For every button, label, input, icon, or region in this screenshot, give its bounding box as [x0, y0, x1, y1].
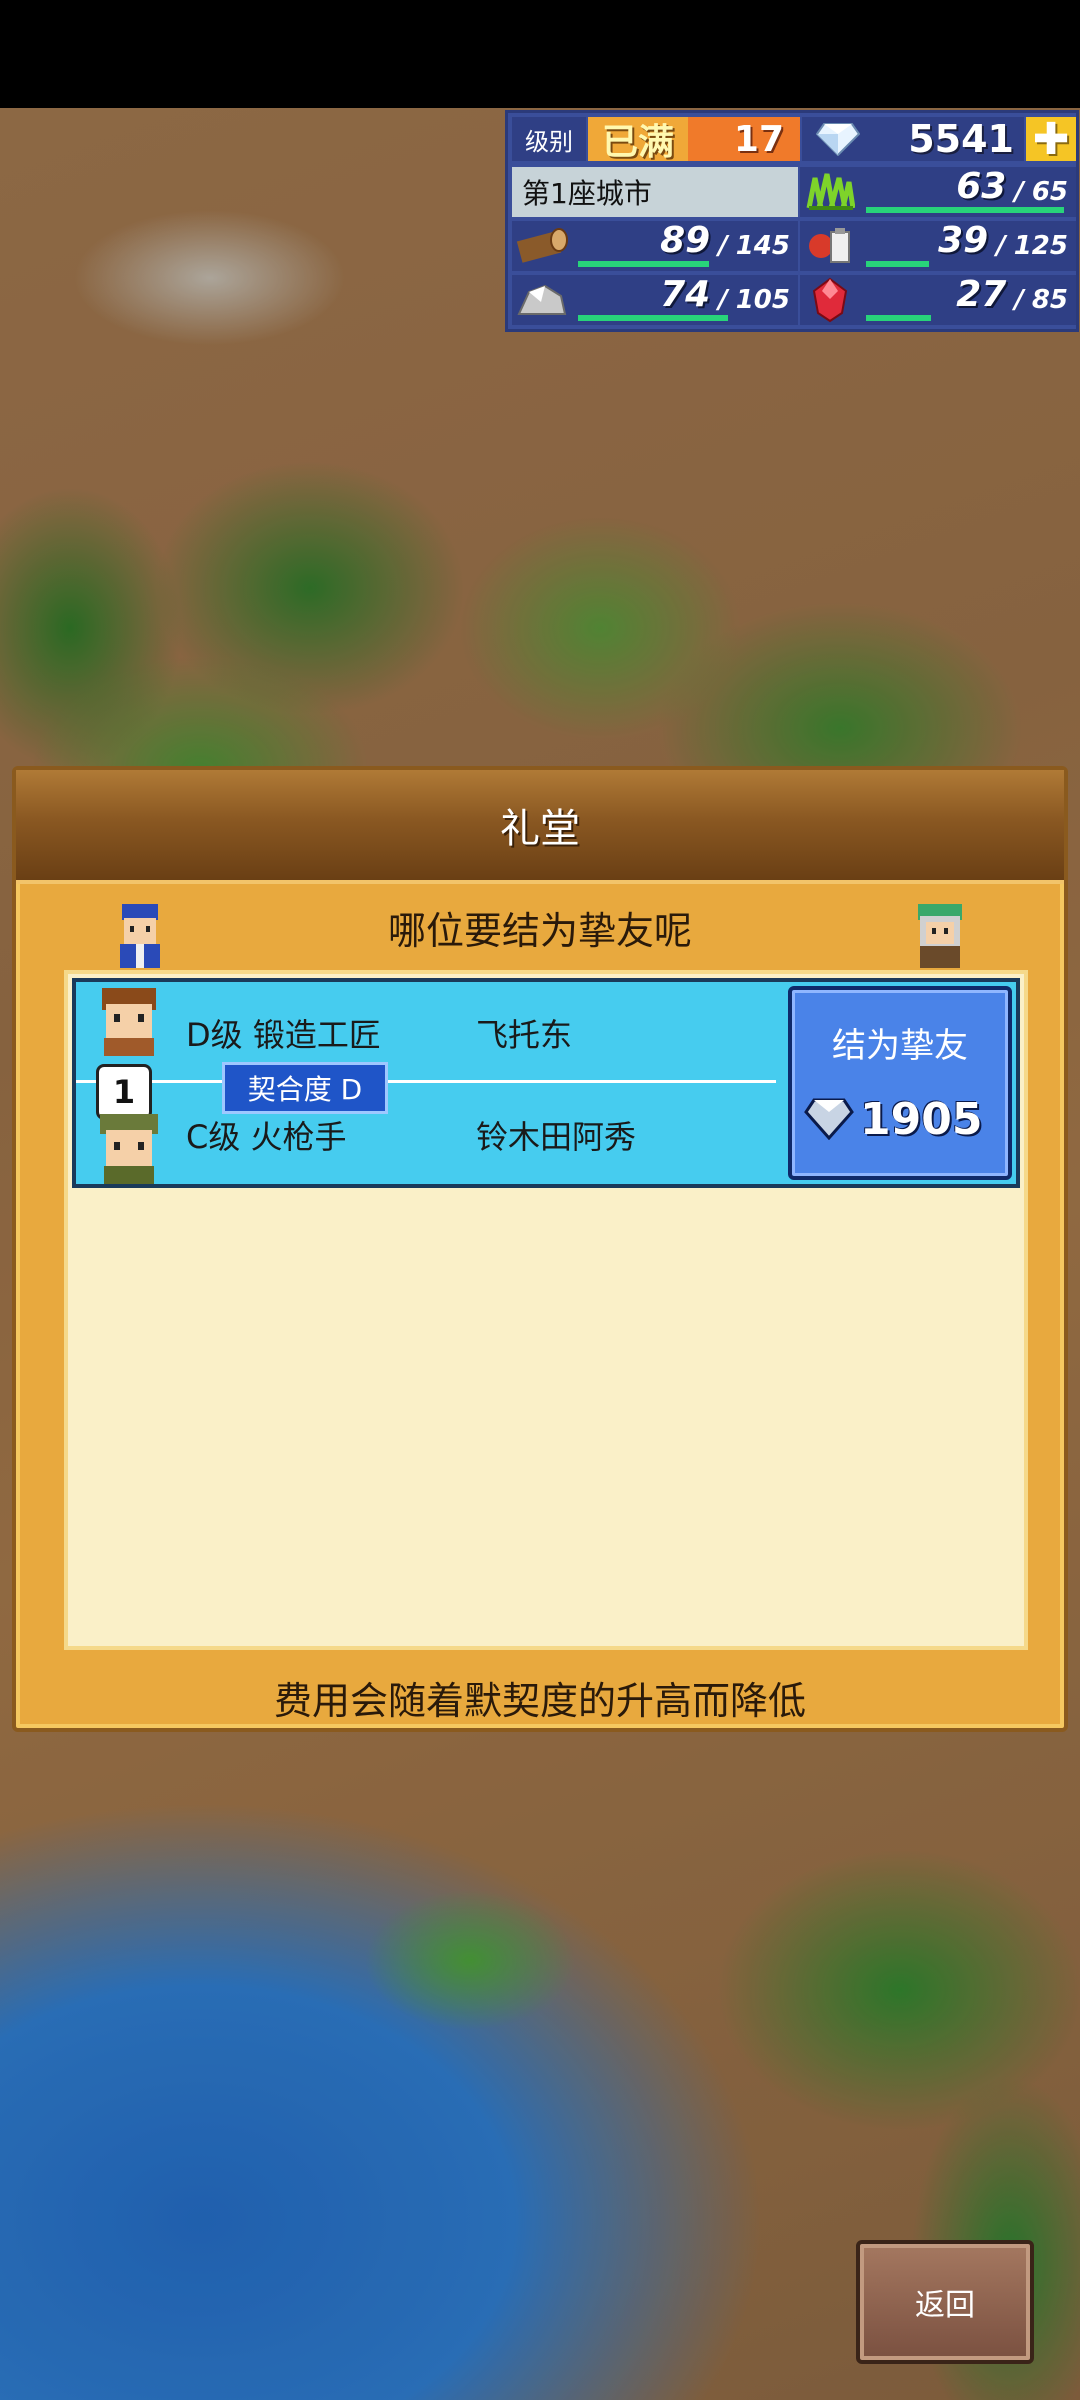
top-char-name: 飞托东 [476, 1016, 573, 1054]
befriend-cost: 1905 [860, 1094, 983, 1145]
pair-row[interactable]: D级 锻造工匠 飞托东 1 契合度 D C级 火枪手 铃木田阿秀 结为挚友 19… [72, 978, 1020, 1188]
wood-log-icon [512, 221, 572, 271]
grass-bar [866, 207, 1064, 213]
top-char-rank-job: D级 锻造工匠 [186, 1016, 381, 1054]
bottom-char-name: 铃木田阿秀 [476, 1118, 637, 1156]
add-gems-button[interactable]: ✚ [1026, 114, 1076, 165]
blacksmith-portrait [102, 988, 156, 1056]
ruby-bar [866, 315, 931, 321]
musketeer-portrait [100, 1114, 158, 1184]
dialog-titlebar: 礼堂 [16, 770, 1064, 884]
wood-amount: 89 / 145 [572, 220, 798, 271]
wood-bar [578, 261, 709, 267]
cost-note: 费用会随着默契度的升高而降低 [273, 1679, 806, 1723]
ore-bar [578, 315, 728, 321]
pair-list[interactable]: D级 锻造工匠 飞托东 1 契合度 D C级 火枪手 铃木田阿秀 结为挚友 19… [64, 970, 1028, 1650]
food-bar [866, 261, 929, 267]
pair-divider [76, 1080, 776, 1083]
level-value: 17 [688, 117, 800, 161]
ore-icon [512, 275, 572, 325]
dialog-title: 礼堂 [500, 806, 580, 852]
diamond-icon [802, 117, 874, 161]
grass-icon [800, 167, 860, 217]
food-icon [800, 221, 860, 271]
affinity-badge: 契合度 D [222, 1062, 388, 1114]
chapel-dialog: 礼堂 哪位要结为挚友呢 D级 锻造工匠 飞托东 1 契合度 D C级 火枪手 铃… [12, 766, 1068, 1732]
status-bar [0, 0, 1080, 108]
diamond-icon [804, 1098, 854, 1140]
level-max-badge: 已满 [588, 117, 688, 163]
food-amount: 39 / 125 [860, 220, 1076, 271]
ore-amount: 74 / 105 [572, 274, 798, 325]
ruby-amount: 27 / 85 [860, 274, 1076, 325]
befriend-label: 结为挚友 [832, 1026, 968, 1066]
dialog-prompt: 哪位要结为挚友呢 [387, 909, 692, 953]
gem-count: 5541 [874, 117, 1024, 161]
ruby-icon [800, 275, 860, 325]
bottom-char-rank-job: C级 火枪手 [186, 1118, 347, 1156]
right-guide-avatar [918, 904, 962, 968]
resource-hud: 级别 已满 17 5541 ✚ 第1座城市 63 / 65 89 / 145 3… [505, 110, 1079, 332]
level-label: 级别 [512, 117, 586, 161]
back-button[interactable]: 返回 [856, 2240, 1034, 2364]
city-name: 第1座城市 [512, 167, 798, 217]
befriend-button[interactable]: 结为挚友 1905 [788, 986, 1012, 1180]
game-screen: 级别 已满 17 5541 ✚ 第1座城市 63 / 65 89 / 145 3… [0, 0, 1080, 2400]
grass-amount: 63 / 65 [860, 166, 1076, 217]
